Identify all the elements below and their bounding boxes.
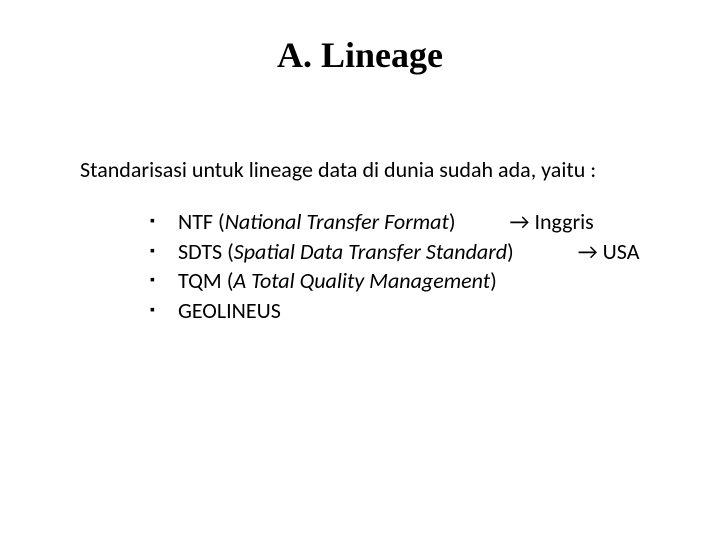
list-item: SDTS (Spatial Data Transfer Standard)→ U… xyxy=(150,237,670,267)
list-item: TQM (A Total Quality Management) xyxy=(150,266,670,296)
list-item: GEOLINEUS xyxy=(150,296,670,326)
bullet-list: NTF (National Transfer Format)→ Inggris … xyxy=(150,207,670,326)
country: USA xyxy=(603,238,640,265)
abbr: GEOLINEUS xyxy=(178,297,281,324)
expansion: National Transfer Format xyxy=(225,208,449,235)
country: Inggris xyxy=(534,208,593,235)
abbr: TQM xyxy=(178,267,222,294)
list-item: NTF (National Transfer Format)→ Inggris xyxy=(150,207,670,237)
abbr: SDTS xyxy=(178,238,222,265)
slide-title: A. Lineage xyxy=(50,34,670,76)
abbr: NTF xyxy=(178,208,213,235)
intro-text: Standarisasi untuk lineage data di dunia… xyxy=(80,156,670,183)
arrow: → xyxy=(578,238,598,265)
expansion: A Total Quality Management xyxy=(233,267,490,294)
slide: A. Lineage Standarisasi untuk lineage da… xyxy=(0,0,720,540)
arrow: → xyxy=(510,208,530,235)
expansion: Spatial Data Transfer Standard xyxy=(234,238,507,265)
